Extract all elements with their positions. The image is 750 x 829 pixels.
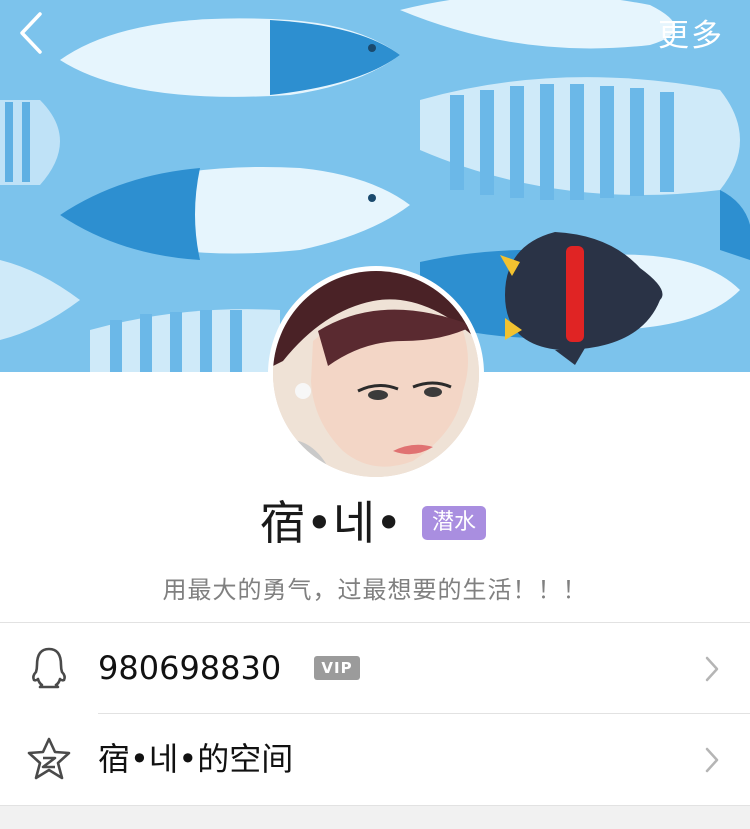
qzone-row[interactable]: 宿•네•的空间 [0, 714, 750, 804]
qq-penguin-icon [32, 647, 66, 689]
section-gap [0, 806, 750, 829]
profile-signature: 用最大的勇气，过最想要的生活！！！ [162, 576, 588, 604]
qq-number: 980698830 [98, 649, 282, 687]
avatar[interactable] [268, 266, 484, 482]
more-button[interactable]: 更多 [658, 10, 724, 55]
chevron-right-icon [705, 656, 719, 682]
profile-name-row: 宿•네• 潜水 [0, 492, 750, 554]
qzone-label: 宿•네•的空间 [98, 740, 294, 778]
status-badge: 潜水 [422, 506, 487, 540]
chevron-right-icon [705, 747, 719, 773]
back-button[interactable] [14, 8, 54, 58]
qzone-star-icon [27, 737, 71, 780]
profile-name: 宿•네• [259, 496, 403, 550]
vip-badge: VIP [314, 656, 360, 680]
chevron-left-icon [20, 12, 42, 54]
qq-number-row[interactable]: 980698830 VIP [0, 623, 750, 713]
